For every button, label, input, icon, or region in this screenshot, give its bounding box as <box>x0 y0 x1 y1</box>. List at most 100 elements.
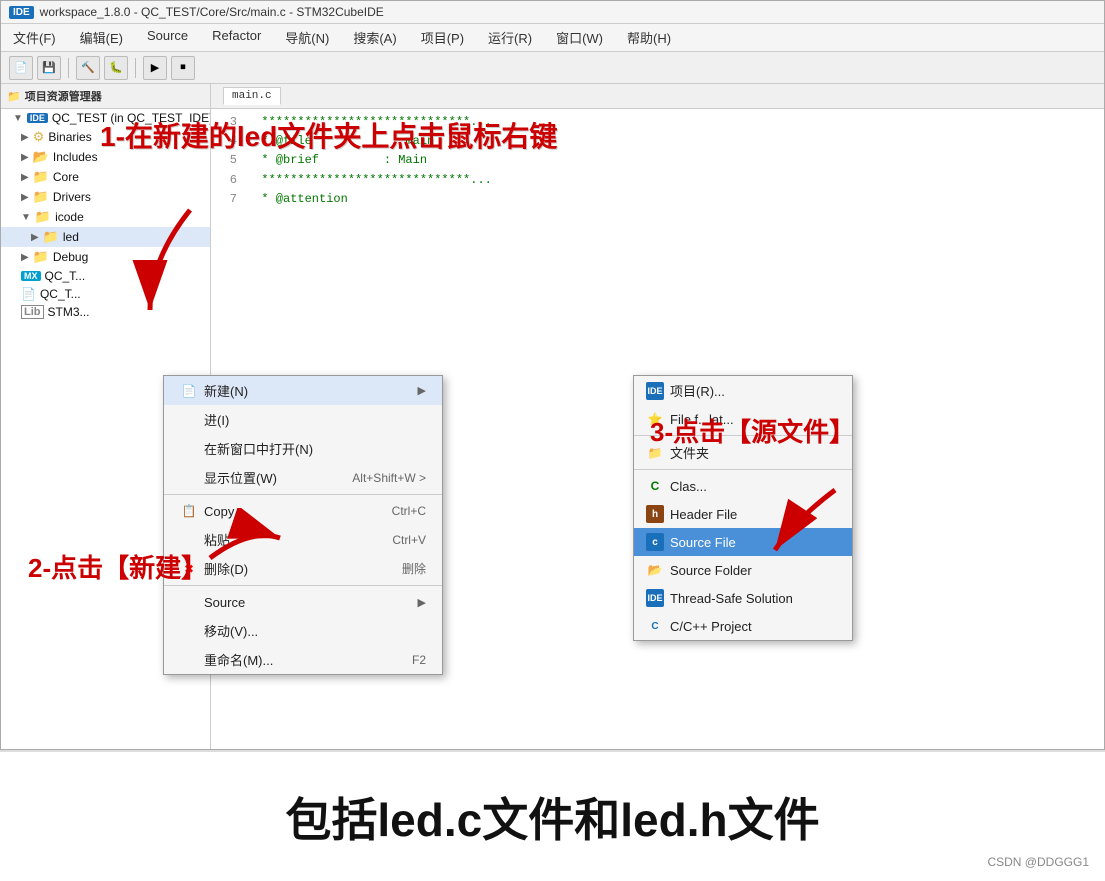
arrow-right-3 <box>755 480 855 565</box>
annotation-step1: 1-在新建的led文件夹上点击鼠标右键 <box>100 115 557 155</box>
ctx-shortcut-paste: Ctrl+V <box>392 533 426 547</box>
ctx-label-new: 新建(N) <box>204 381 248 400</box>
tree-label-core: Core <box>53 170 79 184</box>
toolbar-btn-save[interactable]: 💾 <box>37 56 61 80</box>
arrow-icon-binaries: ▶ <box>21 132 29 143</box>
goto-icon <box>180 411 198 429</box>
ctx-arrow-new: ▶ <box>418 384 426 397</box>
ctx-sep-2 <box>164 585 442 586</box>
line-num-6: 6 <box>211 171 247 190</box>
ctx-label-goto: 进(I) <box>204 410 229 429</box>
line-code-7: * @attention <box>247 190 348 209</box>
toolbar-btn-new[interactable]: 📄 <box>9 56 33 80</box>
ctx-item-open-window[interactable]: 在新窗口中打开(N) <box>164 434 442 463</box>
ctx-item-show-pos[interactable]: 显示位置(W) Alt+Shift+W > <box>164 463 442 492</box>
source-icon <box>180 593 198 611</box>
menu-file[interactable]: 文件(F) <box>9 27 60 48</box>
folder-icon-binaries: ⚙ <box>33 129 45 145</box>
tree-item-core[interactable]: ▶ 📁 Core <box>1 167 210 187</box>
csdn-badge: CSDN @DDGGG1 <box>987 855 1089 869</box>
ctx-shortcut-show-pos: Alt+Shift+W > <box>352 471 426 485</box>
ctx-label-source: Source <box>204 595 245 610</box>
ctx-item-rename[interactable]: 重命名(M)... F2 <box>164 645 442 674</box>
toolbar-btn-debug[interactable]: 🐛 <box>104 56 128 80</box>
toolbar-btn-run[interactable]: ▶ <box>143 56 167 80</box>
submenu-sep-2 <box>634 469 852 470</box>
menu-source[interactable]: Source <box>143 27 192 48</box>
ctx-item-source[interactable]: Source ▶ <box>164 588 442 616</box>
submenu-label-cpp: C/C++ Project <box>670 619 752 634</box>
ctx-shortcut-copy: Ctrl+C <box>392 504 426 518</box>
show-pos-icon <box>180 469 198 487</box>
active-tab-label[interactable]: main.c <box>223 87 281 105</box>
toolbar-btn-build[interactable]: 🔨 <box>76 56 100 80</box>
tree-label-icode: icode <box>55 210 84 224</box>
submenu-label-source-folder: Source Folder <box>670 563 752 578</box>
tree-label-includes-text: Includes <box>53 150 98 164</box>
submenu-item-project[interactable]: IDE 项目(R)... <box>634 376 852 405</box>
toolbar-btn-stop[interactable]: ⏹ <box>171 56 195 80</box>
folder-icon-header: 📁 <box>7 90 21 103</box>
submenu-label-header: Header File <box>670 507 737 522</box>
bottom-section: 包括led.c文件和led.h文件 CSDN @DDGGG1 <box>0 750 1105 881</box>
arrow-icon-icode: ▼ <box>21 212 31 223</box>
editor-tab: main.c <box>211 84 1104 109</box>
submenu-sfolder-icon: 📂 <box>646 561 664 579</box>
arrow-icon: ▼ <box>13 113 23 124</box>
window-title: workspace_1.8.0 - QC_TEST/Core/Src/main.… <box>40 5 384 19</box>
ctx-item-move[interactable]: 移动(V)... <box>164 616 442 645</box>
arrow-icon-includes: ▶ <box>21 152 29 163</box>
ctx-item-goto[interactable]: 进(I) <box>164 405 442 434</box>
menu-project[interactable]: 项目(P) <box>417 27 468 48</box>
tree-label-qc2: QC_T... <box>40 287 81 301</box>
open-window-icon <box>180 440 198 458</box>
line-code-6: *****************************... <box>247 171 492 190</box>
menu-help[interactable]: 帮助(H) <box>623 27 675 48</box>
menu-search[interactable]: 搜索(A) <box>349 27 400 48</box>
arrow-icon-debug: ▶ <box>21 252 29 263</box>
rename-icon <box>180 651 198 669</box>
sidebar-title: 项目资源管理器 <box>25 88 102 104</box>
toolbar-sep-2 <box>135 58 136 78</box>
menu-refactor[interactable]: Refactor <box>208 27 265 48</box>
folder-icon-led: 📁 <box>43 229 59 245</box>
ide-icon: IDE <box>9 6 34 19</box>
arrow-icon-core: ▶ <box>21 172 29 183</box>
folder-icon-debug: 📁 <box>33 249 49 265</box>
tree-label-debug: Debug <box>53 250 88 264</box>
ctx-label-rename: 重命名(M)... <box>204 650 273 669</box>
arrow-icon-led: ▶ <box>31 232 39 243</box>
submenu-label-thread: Thread-Safe Solution <box>670 591 793 606</box>
submenu-ide-icon: IDE <box>646 382 664 400</box>
submenu-item-cpp-project[interactable]: C C/C++ Project <box>634 612 852 640</box>
menu-bar: 文件(F) 编辑(E) Source Refactor 导航(N) 搜索(A) … <box>1 24 1104 52</box>
title-bar: IDE workspace_1.8.0 - QC_TEST/Core/Src/m… <box>1 1 1104 24</box>
file-icon-qc2: 📄 <box>21 287 36 301</box>
arrow-down-1 <box>130 200 210 325</box>
tree-label-qc1: QC_T... <box>45 269 86 283</box>
ctx-item-new[interactable]: 📄 新建(N) ▶ <box>164 376 442 405</box>
new-icon: 📄 <box>180 382 198 400</box>
code-line-6: 6 *****************************... <box>211 171 1104 190</box>
arrow-icon-drivers: ▶ <box>21 192 29 203</box>
ctx-label-open-window: 在新窗口中打开(N) <box>204 439 313 458</box>
submenu-h-icon: h <box>646 505 664 523</box>
submenu-item-thread[interactable]: IDE Thread-Safe Solution <box>634 584 852 612</box>
mx-badge: MX <box>21 271 41 281</box>
submenu-label-source-text: Source File <box>670 535 736 550</box>
line-num-7: 7 <box>211 190 247 209</box>
tree-label-stm: STM3... <box>48 305 90 319</box>
bottom-text: 包括led.c文件和led.h文件 <box>285 784 819 850</box>
menu-edit[interactable]: 编辑(E) <box>76 27 127 48</box>
arrow-right-2 <box>200 508 290 573</box>
menu-window[interactable]: 窗口(W) <box>552 27 607 48</box>
submenu-label-project: 项目(R)... <box>670 381 725 400</box>
ctx-label-move: 移动(V)... <box>204 621 258 640</box>
menu-nav[interactable]: 导航(N) <box>281 27 333 48</box>
ide-badge: IDE <box>27 113 48 123</box>
submenu-cpp-icon: C <box>646 617 664 635</box>
menu-run[interactable]: 运行(R) <box>484 27 536 48</box>
sidebar-header: 📁 项目资源管理器 <box>1 84 210 109</box>
toolbar-sep-1 <box>68 58 69 78</box>
submenu-class-icon: C <box>646 477 664 495</box>
